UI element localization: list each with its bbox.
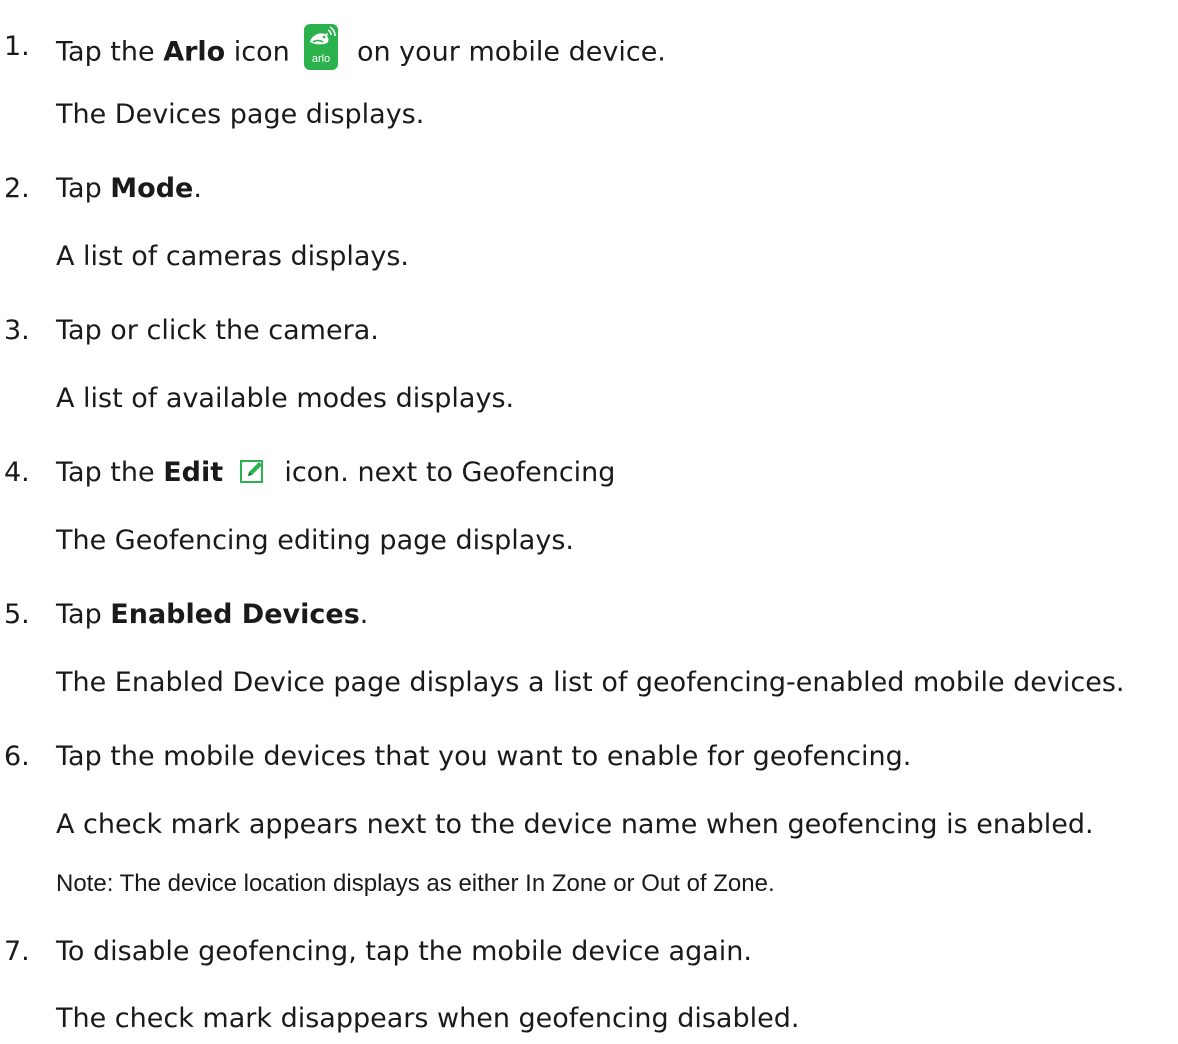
step-text: To disable geofencing, tap the mobile de… [56, 936, 752, 967]
step-number: 3. [4, 315, 30, 346]
step-number: 4. [4, 457, 30, 488]
step-3: 3. Tap or click the camera. [4, 314, 379, 348]
step-1-detail: The Devices page displays. [56, 99, 425, 130]
step-text-post: . [193, 173, 202, 204]
step-text-pre: Tap [56, 173, 111, 204]
arlo-app-icon: arlo [304, 24, 339, 70]
step-text-post: icon. next to Geofencing [284, 457, 616, 488]
step-2: 2. Tap Mode. [4, 172, 202, 206]
step-6-detail: A check mark appears next to the device … [56, 809, 1094, 840]
step-2-detail: A list of cameras displays. [56, 241, 410, 272]
step-7: 7. To disable geofencing, tap the mobile… [4, 935, 752, 969]
step-number: 1. [4, 31, 30, 62]
step-7-detail: The check mark disappears when geofencin… [56, 1003, 800, 1034]
step-number: 2. [4, 173, 30, 204]
step-4: 4. Tap the Edit icon. next to Geofencing [4, 456, 616, 490]
step-bold-term: Edit [163, 457, 224, 488]
step-bold-term: Arlo [163, 36, 226, 68]
step-bold-term: Enabled Devices [110, 599, 360, 630]
step-5-detail: The Enabled Device page displays a list … [56, 667, 1125, 698]
step-text-post: on your mobile device. [356, 36, 666, 68]
step-text-post: . [359, 599, 369, 630]
step-text: Tap or click the camera. [56, 315, 379, 346]
step-3-detail: A list of available modes displays. [56, 383, 515, 414]
step-1: 1. Tap the Arlo icon arlo on your mobile… [4, 24, 666, 76]
step-number: 6. [4, 741, 30, 772]
step-text-pre: Tap [56, 599, 111, 630]
step-6-note: Note: The device location displays as ei… [56, 870, 775, 897]
step-text: Tap the mobile devices that you want to … [56, 741, 912, 772]
step-number: 5. [4, 599, 30, 630]
step-6: 6. Tap the mobile devices that you want … [4, 740, 912, 774]
step-text-mid: icon [225, 36, 290, 68]
step-4-detail: The Geofencing editing page displays. [56, 525, 574, 556]
step-text-pre: Tap the [56, 457, 164, 488]
step-bold-term: Mode [110, 173, 194, 204]
step-text-pre: Tap the [56, 36, 164, 68]
step-5: 5. Tap Enabled Devices. [4, 598, 369, 632]
arlo-icon-text: arlo [312, 53, 330, 65]
edit-pencil-icon [239, 458, 266, 484]
step-number: 7. [4, 936, 30, 967]
